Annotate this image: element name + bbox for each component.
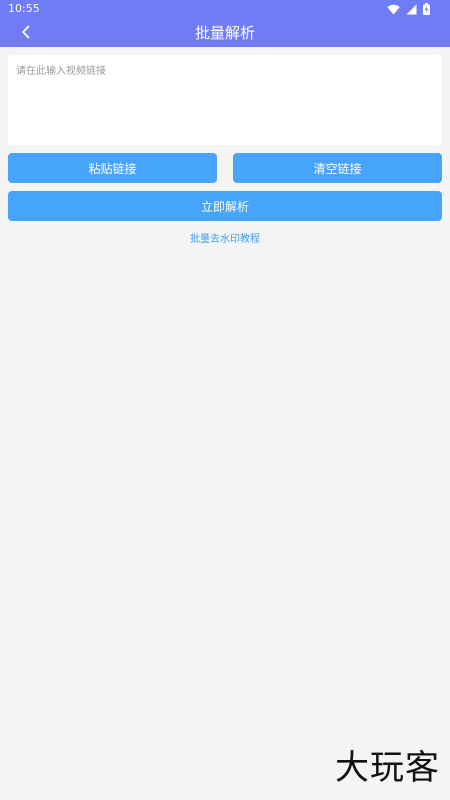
clear-link-button[interactable]: 清空链接: [233, 153, 442, 183]
paste-link-button[interactable]: 粘贴链接: [8, 153, 217, 183]
wifi-icon: [387, 4, 400, 15]
app-header: 10:55 批量解析: [0, 0, 450, 47]
battery-icon: [423, 3, 430, 15]
status-bar: 10:55: [0, 0, 450, 18]
parse-now-button[interactable]: 立即解析: [8, 191, 442, 221]
status-time: 10:55: [8, 2, 40, 15]
batch-watermark-tutorial-link[interactable]: 批量去水印教程: [0, 233, 450, 247]
page-title: 批量解析: [194, 24, 255, 42]
title-bar: 批量解析: [0, 19, 450, 47]
signal-icon: [406, 4, 417, 15]
watermark-logo: 大玩客: [335, 748, 440, 788]
status-icons: [387, 3, 430, 15]
video-link-input[interactable]: [8, 55, 442, 145]
